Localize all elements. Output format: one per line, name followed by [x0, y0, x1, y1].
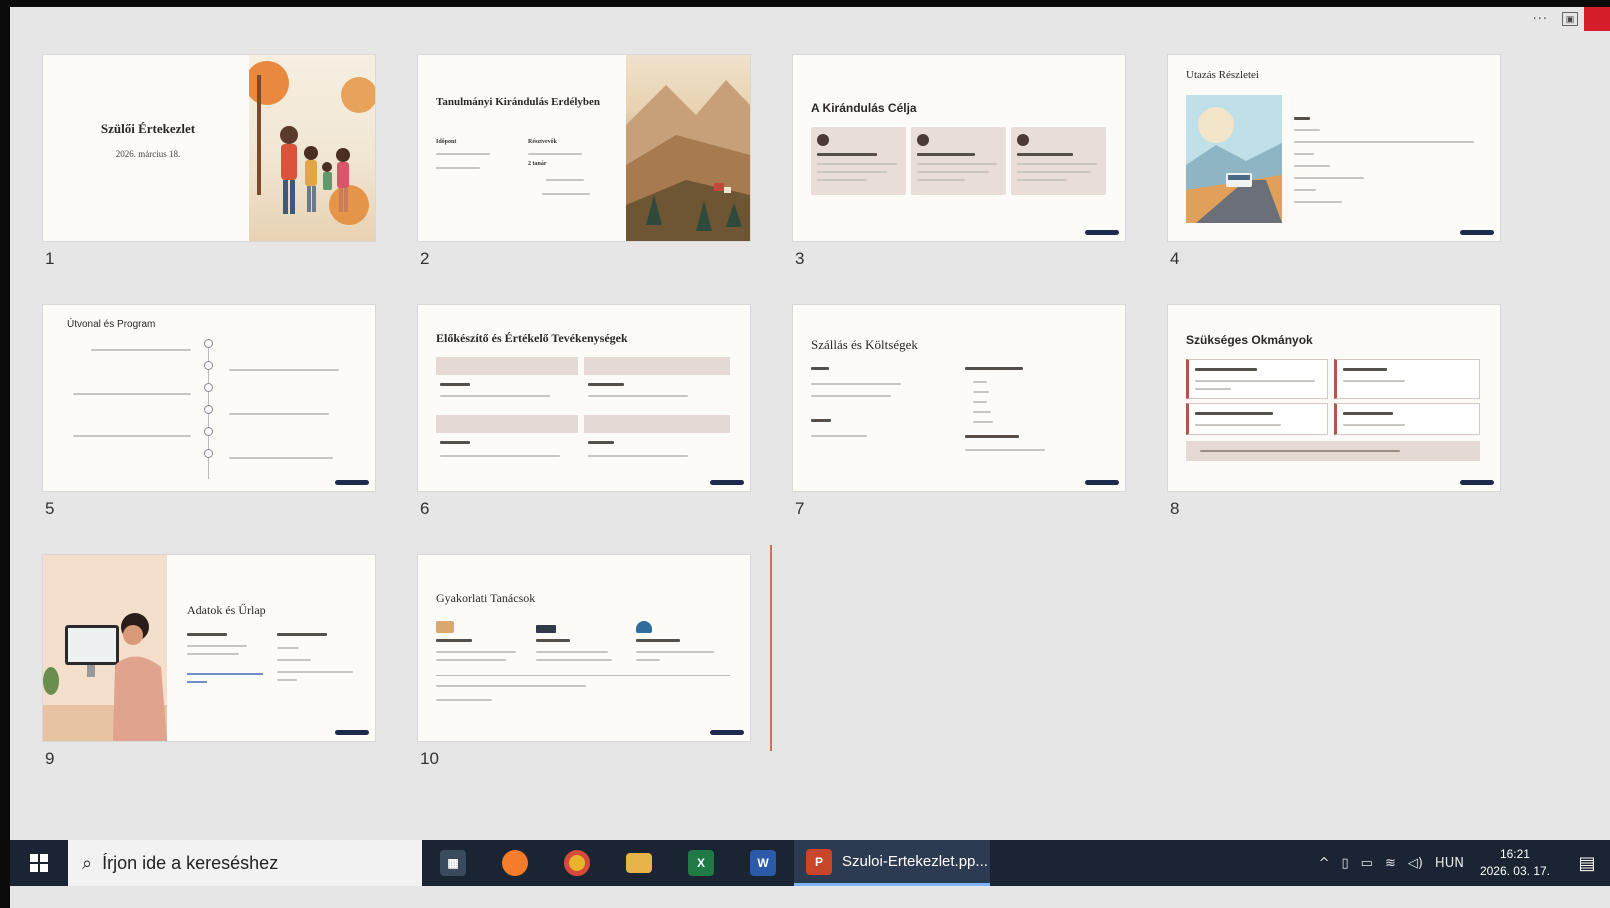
- slide-title: A Kirándulás Célja: [811, 101, 917, 115]
- slide-sorter-view: ··· ▣ Szülői Értekezlet 2026. március 18…: [10, 7, 1610, 908]
- slide-title: Adatok és Űrlap: [187, 603, 266, 617]
- slide-thumbnail-4[interactable]: Utazás Részletei: [1168, 55, 1500, 241]
- active-window-label: Szuloi-Ertekezlet.pp...: [842, 853, 988, 870]
- slide-title: Szállás és Költségek: [811, 337, 918, 352]
- slide-title: Előkészítő és Értékelő Tevékenységek: [436, 331, 628, 345]
- slide-thumbnail-1[interactable]: Szülői Értekezlet 2026. március 18.: [43, 55, 375, 241]
- slide-number: 10: [420, 749, 439, 768]
- window-controls: ··· ▣: [1533, 7, 1610, 31]
- excel-app[interactable]: X: [670, 840, 732, 886]
- slide-title: Gyakorlati Tanácsok: [436, 591, 536, 605]
- slide-number: 7: [795, 499, 805, 518]
- slide-thumbnail-2[interactable]: Tanulmányi Kirándulás Erdélyben Időpont …: [418, 55, 750, 241]
- language-indicator[interactable]: HUN: [1435, 856, 1464, 871]
- powerpoint-icon: P: [806, 848, 832, 875]
- search-box[interactable]: ⌕ Írjon ide a kereséshez: [68, 840, 422, 886]
- slide-subtitle: 2026. március 18.: [115, 149, 181, 159]
- powerpoint-taskbar-button[interactable]: P Szuloi-Ertekezlet.pp...: [794, 840, 990, 886]
- slide-number: 1: [45, 249, 55, 268]
- chrome-app[interactable]: [546, 840, 608, 886]
- goal-card-1: [811, 127, 906, 195]
- slide-number: 3: [795, 249, 805, 268]
- wallet-icon: [536, 625, 556, 633]
- pin-icon[interactable]: ▣: [1562, 12, 1578, 26]
- slide-title: Utazás Részletei: [1186, 69, 1259, 81]
- slide-number: 6: [420, 499, 430, 518]
- slide-thumbnail-3[interactable]: A Kirándulás Célja: [793, 55, 1125, 241]
- woman-at-computer-illustration: [43, 555, 167, 741]
- family-illustration: [245, 55, 375, 241]
- windows-taskbar: ⌕ Írjon ide a kereséshez ▦ X W P Szuloi-…: [10, 840, 1610, 886]
- more-options-button[interactable]: ···: [1533, 12, 1548, 27]
- wifi-icon[interactable]: ≋: [1385, 856, 1396, 871]
- notification-icon[interactable]: ▤: [1564, 840, 1610, 886]
- chrome-icon: [564, 850, 590, 876]
- search-icon: ⌕: [82, 852, 93, 874]
- slide-number: 5: [45, 499, 55, 518]
- teachers-count: 2 tanár: [528, 161, 547, 167]
- slide-thumbnail-10[interactable]: Gyakorlati Tanácsok: [418, 555, 750, 741]
- chevron-up-icon[interactable]: ^: [1319, 856, 1330, 871]
- volume-icon[interactable]: ◁): [1408, 856, 1423, 871]
- firefox-app[interactable]: [484, 840, 546, 886]
- insertion-marker: [770, 545, 772, 751]
- goal-card-3: [1011, 127, 1106, 195]
- battery-icon[interactable]: ▭: [1361, 856, 1373, 871]
- slide-thumbnail-5[interactable]: Útvonal és Program: [43, 305, 375, 491]
- slide-number: 8: [1170, 499, 1180, 518]
- slide-number: 4: [1170, 249, 1180, 268]
- slide-title: Útvonal és Program: [67, 319, 156, 330]
- calculator-app[interactable]: ▦: [422, 840, 484, 886]
- word-app[interactable]: W: [732, 840, 794, 886]
- mountain-village-illustration: [626, 55, 750, 241]
- slide-number: 2: [420, 249, 430, 268]
- calculator-icon: ▦: [440, 850, 466, 876]
- file-explorer-app[interactable]: [608, 840, 670, 886]
- slide-title: Szülői Értekezlet: [100, 121, 196, 136]
- search-placeholder: Írjon ide a kereséshez: [102, 852, 279, 873]
- excel-icon: X: [688, 850, 714, 876]
- start-button[interactable]: [10, 840, 68, 886]
- windows-logo-icon: [30, 854, 48, 872]
- close-button[interactable]: [1584, 7, 1610, 31]
- slide-thumbnail-6[interactable]: Előkészítő és Értékelő Tevékenységek: [418, 305, 750, 491]
- clock[interactable]: 16:21 2026. 03. 17.: [1480, 846, 1550, 880]
- goal-card-2: [911, 127, 1006, 195]
- slide-title: Szükséges Okmányok: [1186, 333, 1313, 347]
- word-icon: W: [750, 850, 776, 876]
- folder-icon: [626, 853, 652, 873]
- bag-icon: [436, 621, 454, 633]
- date-heading: Időpont: [436, 139, 457, 145]
- slide-thumbnail-9[interactable]: Adatok és Űrlap: [43, 555, 375, 741]
- slide-title: Tanulmányi Kirándulás Erdélyben: [436, 96, 601, 108]
- clock-time: 16:21: [1499, 847, 1530, 861]
- slide-thumbnail-7[interactable]: Szállás és Költségek: [793, 305, 1125, 491]
- system-tray: ^ ▯ ▭ ≋ ◁) HUN 16:21 2026. 03. 17. ▤: [1313, 840, 1610, 886]
- cap-icon: [636, 621, 652, 633]
- firefox-icon: [502, 850, 528, 876]
- clock-date: 2026. 03. 17.: [1479, 864, 1550, 878]
- participants-heading: Résztvevők: [528, 139, 557, 145]
- bus-road-illustration: [1186, 95, 1282, 223]
- device-icon[interactable]: ▯: [1341, 856, 1348, 871]
- slide-thumbnail-8[interactable]: Szükséges Okmányok: [1168, 305, 1500, 491]
- slide-number: 9: [45, 749, 55, 768]
